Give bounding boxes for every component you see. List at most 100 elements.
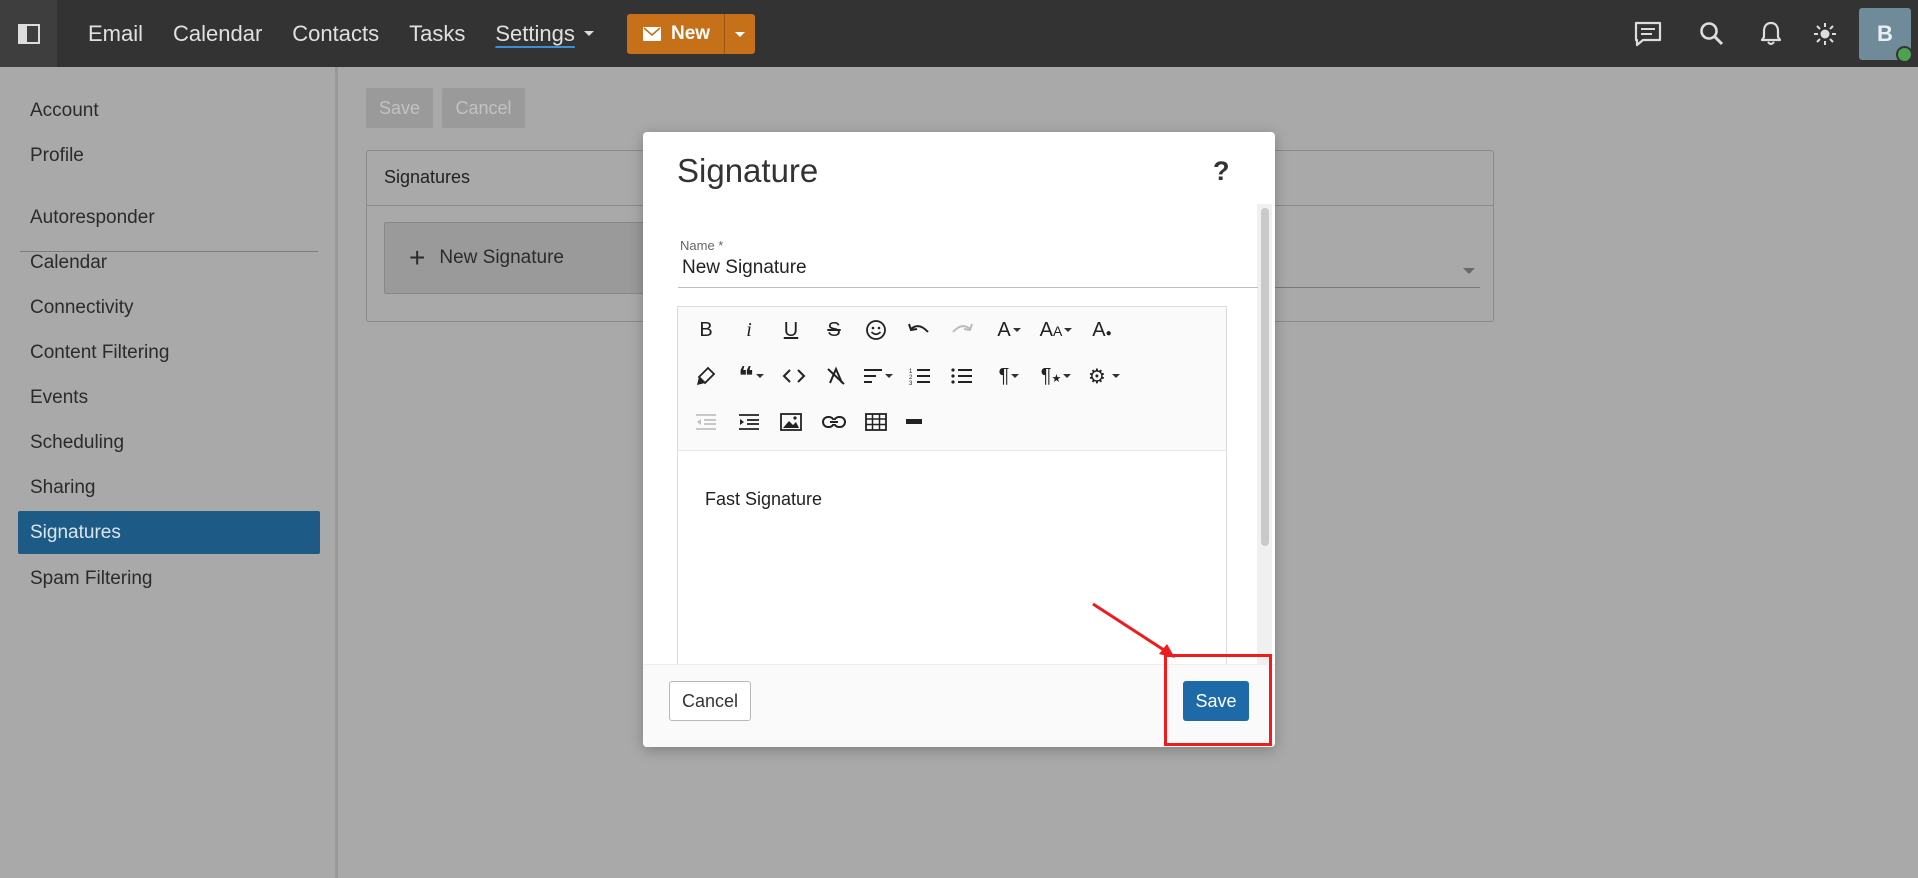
bold-button[interactable]: B <box>686 313 726 347</box>
name-field-label: Name * <box>680 238 724 253</box>
theme-toggle-button[interactable] <box>1810 19 1840 49</box>
ordered-list-icon: 123 <box>909 369 930 385</box>
bullet-list-button[interactable] <box>942 359 982 393</box>
underline-icon: U <box>783 318 799 341</box>
text-color-icon: A● <box>1092 318 1112 341</box>
default-signature-select[interactable] <box>1270 287 1480 288</box>
more-options-button[interactable]: ⚙ <box>1084 359 1124 393</box>
paragraph-style-button[interactable]: ¶★ <box>1036 359 1076 393</box>
font-family-icon: A <box>997 318 1011 341</box>
annotation-arrow-icon <box>1092 602 1175 658</box>
nav-email[interactable]: Email <box>88 21 143 47</box>
new-button[interactable]: New <box>627 14 724 54</box>
font-family-button[interactable]: A <box>989 313 1029 347</box>
sidebar-toggle-icon <box>17 23 40 44</box>
font-size-icon: AA <box>1039 318 1063 341</box>
main-nav: Email Calendar Contacts Tasks Settings <box>88 0 624 67</box>
link-icon <box>822 416 846 428</box>
italic-icon: i <box>746 318 752 341</box>
editor-toolbar: B i U S A AA A● ❝ 1 2 3 ¶ ¶★ ⚙ <box>678 307 1226 451</box>
italic-button[interactable]: i <box>729 313 769 347</box>
svg-text:3: 3 <box>909 381 913 385</box>
sidebar-item-profile[interactable]: Profile <box>18 134 320 177</box>
new-dropdown-button[interactable] <box>724 14 755 54</box>
insert-table-button[interactable] <box>856 405 896 439</box>
chevron-down-icon <box>1111 374 1120 378</box>
dialog-scroll-thumb[interactable] <box>1261 208 1269 546</box>
nav-calendar[interactable]: Calendar <box>173 21 262 47</box>
sidebar-toggle-button[interactable] <box>0 0 57 67</box>
chevron-down-icon <box>1063 374 1072 378</box>
sidebar-item-signatures[interactable]: Signatures <box>18 511 320 554</box>
nav-tasks[interactable]: Tasks <box>409 21 465 47</box>
insert-link-button[interactable] <box>814 405 854 439</box>
nav-settings[interactable]: Settings <box>495 21 594 47</box>
outdent-button[interactable] <box>686 405 726 439</box>
chevron-down-icon <box>583 31 594 36</box>
online-status-indicator <box>1896 46 1913 63</box>
sidebar-item-events[interactable]: Events <box>18 376 320 419</box>
clear-format-button[interactable] <box>816 359 856 393</box>
align-left-icon <box>864 369 882 383</box>
text-color-button[interactable]: A● <box>1082 313 1122 347</box>
new-button-group: New <box>627 14 756 54</box>
blockquote-button[interactable]: ❝ <box>731 359 771 393</box>
sidebar-item-scheduling[interactable]: Scheduling <box>18 421 320 464</box>
quote-icon: ❝ <box>738 361 754 391</box>
chevron-down-icon <box>735 31 746 37</box>
sidebar-item-spam-filtering[interactable]: Spam Filtering <box>18 557 320 600</box>
chevron-down-icon <box>755 374 764 378</box>
undo-button[interactable] <box>899 313 939 347</box>
envelope-icon <box>643 27 661 41</box>
image-icon <box>780 413 802 431</box>
sun-icon <box>1814 23 1836 45</box>
code-button[interactable] <box>774 359 814 393</box>
sidebar-item-content-filtering[interactable]: Content Filtering <box>18 331 320 374</box>
font-size-button[interactable]: AA <box>1036 313 1076 347</box>
top-bar: Email Calendar Contacts Tasks Settings N… <box>0 0 1918 67</box>
help-button[interactable]: ? <box>1213 156 1230 187</box>
dialog-cancel-button[interactable]: Cancel <box>669 681 751 721</box>
paragraph-icon: ¶ <box>998 364 1010 387</box>
page-cancel-button[interactable]: Cancel <box>442 88 525 128</box>
sidebar-item-account[interactable]: Account <box>18 89 320 132</box>
redo-icon <box>952 323 973 333</box>
highlighter-icon <box>697 366 716 385</box>
indent-icon <box>739 414 759 430</box>
bold-icon: B <box>699 318 713 341</box>
emoji-button[interactable] <box>856 313 896 347</box>
chevron-down-icon <box>885 374 893 378</box>
name-field[interactable]: New Signature <box>682 257 807 279</box>
annotation-highlight-box <box>1164 654 1272 746</box>
indent-button[interactable] <box>729 405 769 439</box>
search-button[interactable] <box>1697 19 1727 49</box>
page-save-button[interactable]: Save <box>366 88 433 128</box>
horizontal-line-button[interactable] <box>894 405 934 439</box>
align-button[interactable] <box>858 359 898 393</box>
new-signature-button[interactable]: + New Signature <box>384 222 644 294</box>
emoji-icon <box>866 320 886 340</box>
editor-content[interactable]: Fast Signature <box>705 489 822 510</box>
sidebar-item-connectivity[interactable]: Connectivity <box>18 286 320 329</box>
ordered-list-button[interactable]: 123 <box>900 359 940 393</box>
redo-button[interactable] <box>942 313 982 347</box>
chat-button[interactable] <box>1633 19 1663 49</box>
paragraph-format-button[interactable]: ¶ <box>989 359 1029 393</box>
insert-image-button[interactable] <box>771 405 811 439</box>
strikethrough-icon: S <box>827 318 841 341</box>
highlight-button[interactable] <box>686 359 726 393</box>
strikethrough-button[interactable]: S <box>814 313 854 347</box>
chevron-down-icon <box>1012 328 1021 332</box>
sidebar-item-calendar[interactable]: Calendar <box>18 241 320 284</box>
undo-icon <box>908 323 929 333</box>
underline-button[interactable]: U <box>771 313 811 347</box>
sidebar-item-sharing[interactable]: Sharing <box>18 466 320 509</box>
chevron-down-icon <box>1011 374 1020 378</box>
notifications-button[interactable] <box>1756 19 1786 49</box>
nav-contacts[interactable]: Contacts <box>292 21 379 47</box>
settings-sidebar: Account Profile Autoresponder Calendar C… <box>0 67 338 878</box>
sidebar-item-autoresponder[interactable]: Autoresponder <box>18 196 320 239</box>
chat-icon <box>1634 21 1662 47</box>
search-icon <box>1700 22 1724 46</box>
plus-icon: + <box>409 242 426 273</box>
